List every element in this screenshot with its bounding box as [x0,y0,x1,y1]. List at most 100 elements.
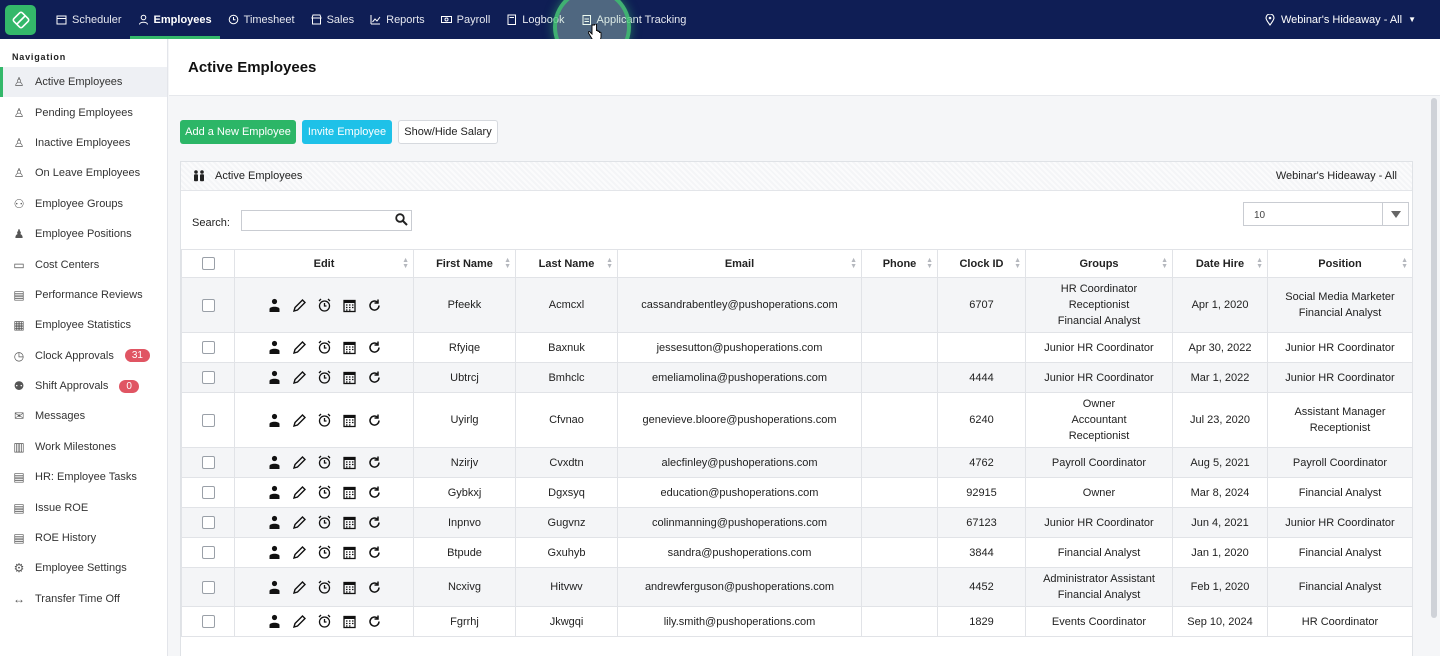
user-profile-icon[interactable] [267,340,282,355]
nav-item-timesheet[interactable]: Timesheet [220,0,303,39]
sidebar-item-issue-roe[interactable]: ▤ Issue ROE [0,492,167,522]
column-header-date-hire[interactable]: Date Hire ▲ ▼ [1172,249,1268,278]
sidebar-item-active-employees[interactable]: ♙ Active Employees [0,67,167,98]
row-checkbox[interactable] [201,615,215,629]
calendar-grid-icon[interactable] [342,298,357,313]
sidebar-item-transfer-time-off[interactable]: ↔ Transfer Time Off [0,584,167,614]
calendar-grid-icon[interactable] [342,455,357,470]
column-header-last-name[interactable]: Last Name ▲ ▼ [515,249,618,278]
user-profile-icon[interactable] [267,545,282,560]
table-row[interactable]: Ncxivg Hitvwv andrewferguson@pushoperation… [181,567,1413,607]
vertical-scrollbar[interactable] [1430,98,1438,654]
alarm-clock-icon[interactable] [317,580,332,595]
nav-item-payroll[interactable]: Payroll [433,0,499,39]
alarm-clock-icon[interactable] [317,298,332,313]
sidebar-item-inactive-employees[interactable]: ♙ Inactive Employees [0,128,167,158]
table-row[interactable]: Pfeekk Acmcxl cassandrabentley@pushoperati… [181,277,1413,333]
redo-icon[interactable] [367,413,382,428]
redo-icon[interactable] [367,485,382,500]
table-row[interactable]: Ubtrcj Bmhclc emeliamolina@pushoperations.… [181,362,1413,393]
pencil-icon[interactable] [292,413,307,428]
user-profile-icon[interactable] [267,298,282,313]
redo-icon[interactable] [367,515,382,530]
calendar-grid-icon[interactable] [342,485,357,500]
sidebar-item-cost-centers[interactable]: ▭ Cost Centers [0,249,167,279]
sidebar-item-employee-positions[interactable]: ♟ Employee Positions [0,219,167,249]
sidebar-item-on-leave-employees[interactable]: ♙ On Leave Employees [0,158,167,188]
sidebar-item-work-milestones[interactable]: ▥ Work Milestones [0,432,167,462]
alarm-clock-icon[interactable] [317,614,332,629]
row-checkbox[interactable] [201,456,215,470]
alarm-clock-icon[interactable] [317,413,332,428]
sidebar-item-employee-statistics[interactable]: ▦ Employee Statistics [0,310,167,340]
alarm-clock-icon[interactable] [317,340,332,355]
sidebar-item-hr-employee-tasks[interactable]: ▤ HR: Employee Tasks [0,462,167,492]
user-profile-icon[interactable] [267,515,282,530]
sidebar-item-employee-groups[interactable]: ⚇ Employee Groups [0,189,167,219]
page-size-select[interactable]: 10 [1243,202,1409,226]
column-header-position[interactable]: Position ▲ ▼ [1267,249,1413,278]
pencil-icon[interactable] [292,455,307,470]
row-checkbox[interactable] [201,341,215,355]
alarm-clock-icon[interactable] [317,515,332,530]
redo-icon[interactable] [367,545,382,560]
table-row[interactable]: Rfyiqe Baxnuk jessesutton@pushoperations.c… [181,332,1413,363]
alarm-clock-icon[interactable] [317,545,332,560]
table-row[interactable]: Fgrrhj Jkwgqi lily.smith@pushoperations.co… [181,606,1413,637]
nav-item-sales[interactable]: Sales [303,0,363,39]
location-selector[interactable]: Webinar's Hideaway - All ▼ [1265,0,1416,39]
row-checkbox[interactable] [201,298,215,312]
nav-item-employees[interactable]: Employees [129,0,220,39]
user-profile-icon[interactable] [267,580,282,595]
column-header-phone[interactable]: Phone ▲ ▼ [861,249,938,278]
pencil-icon[interactable] [292,545,307,560]
app-logo[interactable] [5,4,36,35]
alarm-clock-icon[interactable] [317,455,332,470]
calendar-grid-icon[interactable] [342,580,357,595]
row-checkbox[interactable] [201,371,215,385]
table-row[interactable]: Uyirlg Cfvnao genevieve.bloore@pushoperati… [181,392,1413,448]
sidebar-item-shift-approvals[interactable]: ⚉ Shift Approvals 0 [0,371,167,401]
redo-icon[interactable] [367,370,382,385]
nav-item-reports[interactable]: Reports [362,0,433,39]
sidebar-item-clock-approvals[interactable]: ◷ Clock Approvals 31 [0,341,167,371]
alarm-clock-icon[interactable] [317,485,332,500]
pencil-icon[interactable] [292,370,307,385]
table-row[interactable]: Inpnvo Gugvnz colinmanning@pushoperations.… [181,507,1413,538]
table-row[interactable]: Gybkxj Dgxsyq education@pushoperations.com… [181,477,1413,508]
user-profile-icon[interactable] [267,455,282,470]
redo-icon[interactable] [367,455,382,470]
search-input[interactable] [241,210,412,231]
pencil-icon[interactable] [292,580,307,595]
table-row[interactable]: Nzirjv Cvxdtn alecfinley@pushoperations.co… [181,447,1413,478]
column-header-edit[interactable]: Edit ▲ ▼ [234,249,414,278]
user-profile-icon[interactable] [267,370,282,385]
calendar-grid-icon[interactable] [342,515,357,530]
calendar-grid-icon[interactable] [342,545,357,560]
sidebar-item-performance-reviews[interactable]: ▤ Performance Reviews [0,280,167,310]
sidebar-item-pending-employees[interactable]: ♙ Pending Employees [0,97,167,127]
calendar-grid-icon[interactable] [342,614,357,629]
column-header-groups[interactable]: Groups ▲ ▼ [1025,249,1173,278]
table-row[interactable]: Btpude Gxuhyb sandra@pushoperations.com 384… [181,537,1413,568]
redo-icon[interactable] [367,340,382,355]
calendar-grid-icon[interactable] [342,340,357,355]
calendar-grid-icon[interactable] [342,370,357,385]
add-employee-button[interactable]: Add a New Employee [180,120,296,144]
row-checkbox[interactable] [201,516,215,530]
pencil-icon[interactable] [292,614,307,629]
alarm-clock-icon[interactable] [317,370,332,385]
redo-icon[interactable] [367,614,382,629]
row-checkbox[interactable] [201,486,215,500]
sidebar-item-roe-history[interactable]: ▤ ROE History [0,523,167,553]
user-profile-icon[interactable] [267,485,282,500]
pencil-icon[interactable] [292,340,307,355]
column-header-first-name[interactable]: First Name ▲ ▼ [413,249,516,278]
sidebar-item-employee-settings[interactable]: ⚙ Employee Settings [0,553,167,583]
sidebar-item-messages[interactable]: ✉ Messages [0,401,167,431]
calendar-grid-icon[interactable] [342,413,357,428]
select-all-checkbox[interactable] [201,257,215,270]
redo-icon[interactable] [367,298,382,313]
row-checkbox[interactable] [201,580,215,594]
user-profile-icon[interactable] [267,413,282,428]
